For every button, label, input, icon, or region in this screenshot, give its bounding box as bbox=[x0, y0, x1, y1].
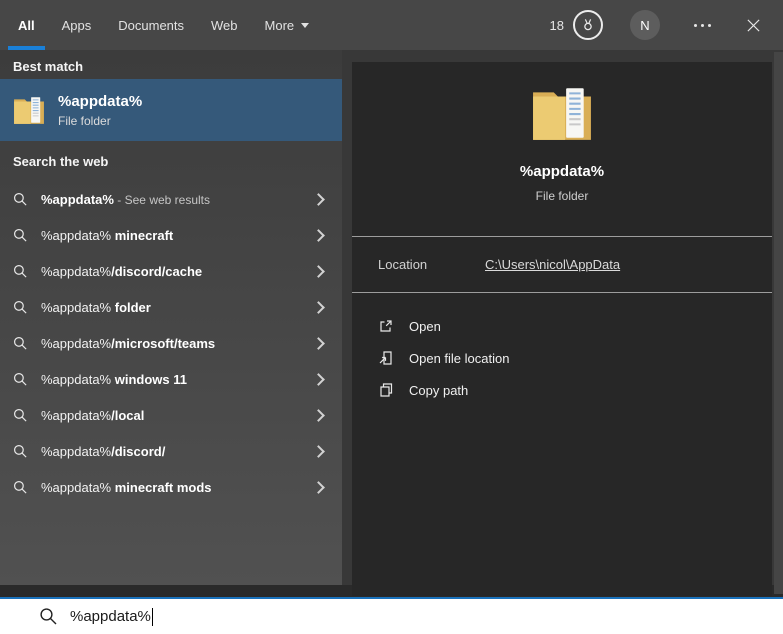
tab-documents-label: Documents bbox=[118, 17, 185, 33]
chevron-right-icon[interactable] bbox=[312, 264, 325, 278]
folder-icon-large bbox=[533, 88, 591, 140]
search-web-header: Search the web bbox=[13, 154, 109, 169]
topbar-controls: 18 N bbox=[550, 0, 783, 50]
tab-more-label: More bbox=[264, 17, 295, 33]
web-suggestion[interactable]: %appdata% folder bbox=[0, 289, 342, 325]
best-match-header: Best match bbox=[13, 59, 84, 74]
best-match-subtitle: File folder bbox=[58, 113, 111, 128]
web-suggestions-list: %appdata% - See web results %appdata% mi… bbox=[0, 181, 342, 505]
preview-header: %appdata% File folder bbox=[352, 62, 772, 203]
tab-all-label: All bbox=[18, 17, 35, 33]
tab-web-label: Web bbox=[211, 17, 238, 33]
action-list: Open Open file location Copy path bbox=[352, 310, 772, 406]
tab-web[interactable]: Web bbox=[201, 0, 248, 50]
tab-all[interactable]: All bbox=[8, 0, 45, 50]
chevron-right-icon[interactable] bbox=[312, 300, 325, 314]
open-file-location-label: Open file location bbox=[409, 350, 510, 366]
avatar[interactable]: N bbox=[630, 10, 660, 40]
scrollbar[interactable] bbox=[774, 52, 783, 594]
location-link[interactable]: C:\Users\nicol\AppData bbox=[485, 257, 620, 272]
preview-subtitle: File folder bbox=[535, 189, 589, 203]
suggestion-text: %appdata%/local bbox=[41, 407, 145, 423]
suggestion-text: %appdata% minecraft bbox=[41, 227, 174, 243]
suggestion-text: %appdata% windows 11 bbox=[41, 371, 187, 387]
search-icon bbox=[13, 300, 27, 314]
open-label: Open bbox=[409, 318, 441, 334]
suggestion-text: %appdata%/microsoft/teams bbox=[41, 335, 216, 351]
rewards-medal-icon[interactable] bbox=[573, 10, 603, 40]
chevron-down-icon bbox=[301, 22, 310, 28]
rewards-points: 18 bbox=[549, 17, 564, 33]
web-suggestion[interactable]: %appdata%/microsoft/teams bbox=[0, 325, 342, 361]
tab-apps[interactable]: Apps bbox=[52, 0, 102, 50]
text-cursor bbox=[151, 607, 153, 626]
copy-icon bbox=[380, 383, 393, 397]
more-options-icon[interactable] bbox=[690, 18, 715, 33]
chevron-right-icon[interactable] bbox=[312, 372, 325, 386]
copy-path-label: Copy path bbox=[409, 382, 469, 398]
tab-documents[interactable]: Documents bbox=[108, 0, 194, 50]
chevron-right-icon[interactable] bbox=[312, 408, 325, 422]
search-icon bbox=[13, 228, 27, 242]
search-icon bbox=[13, 372, 27, 386]
open-file-location-action[interactable]: Open file location bbox=[352, 342, 772, 374]
web-suggestion[interactable]: %appdata% minecraft mods bbox=[0, 469, 342, 505]
search-icon bbox=[13, 480, 27, 494]
chevron-right-icon[interactable] bbox=[312, 480, 325, 494]
search-icon bbox=[40, 608, 57, 625]
folder-icon bbox=[14, 97, 44, 124]
results-panel: Best match %appdata% File folder Search … bbox=[0, 50, 342, 585]
search-icon bbox=[13, 444, 27, 458]
search-input[interactable]: %appdata% bbox=[0, 597, 783, 634]
tab-apps-label: Apps bbox=[61, 17, 92, 33]
chevron-right-icon[interactable] bbox=[312, 336, 325, 350]
filter-tabs: All Apps Documents Web More bbox=[0, 0, 326, 50]
chevron-right-icon[interactable] bbox=[312, 228, 325, 242]
chevron-right-icon[interactable] bbox=[312, 444, 325, 458]
close-icon bbox=[747, 18, 760, 32]
avatar-initial: N bbox=[640, 17, 650, 33]
web-suggestion[interactable]: %appdata%/discord/ bbox=[0, 433, 342, 469]
open-external-icon bbox=[380, 320, 392, 332]
suggestion-text: %appdata% - See web results bbox=[41, 191, 211, 207]
open-action[interactable]: Open bbox=[352, 310, 772, 342]
suggestion-text: %appdata% minecraft mods bbox=[41, 479, 212, 495]
location-label: Location bbox=[378, 257, 428, 272]
best-match-title: %appdata% bbox=[58, 92, 143, 110]
web-suggestion[interactable]: %appdata%/local bbox=[0, 397, 342, 433]
search-query-text: %appdata% bbox=[70, 608, 151, 625]
best-match-text: %appdata% File folder bbox=[58, 93, 142, 128]
search-icon bbox=[13, 192, 27, 206]
medal-icon bbox=[584, 19, 592, 31]
best-match-result[interactable]: %appdata% File folder bbox=[0, 79, 342, 141]
open-file-location-icon bbox=[379, 351, 392, 365]
search-icon bbox=[13, 264, 27, 278]
web-suggestion[interactable]: %appdata% minecraft bbox=[0, 217, 342, 253]
preview-title: %appdata% bbox=[519, 163, 605, 180]
location-row: Location C:\Users\nicol\AppData bbox=[352, 237, 772, 292]
suggestion-text: %appdata%/discord/ bbox=[41, 443, 166, 459]
chevron-right-icon[interactable] bbox=[312, 192, 325, 206]
web-suggestion[interactable]: %appdata%/discord/cache bbox=[0, 253, 342, 289]
close-button[interactable] bbox=[742, 14, 765, 37]
search-icon bbox=[13, 408, 27, 422]
web-suggestion[interactable]: %appdata% windows 11 bbox=[0, 361, 342, 397]
copy-path-action[interactable]: Copy path bbox=[352, 374, 772, 406]
tab-more[interactable]: More bbox=[255, 0, 320, 50]
web-suggestion[interactable]: %appdata% - See web results bbox=[0, 181, 342, 217]
suggestion-text: %appdata% folder bbox=[41, 299, 151, 315]
divider bbox=[352, 292, 772, 293]
windows-search-panel: All Apps Documents Web More 18 N Best ma… bbox=[0, 0, 783, 634]
preview-panel: %appdata% File folder Location C:\Users\… bbox=[352, 62, 772, 596]
search-icon bbox=[13, 336, 27, 350]
search-filter-bar: All Apps Documents Web More 18 N bbox=[0, 0, 783, 50]
suggestion-text: %appdata%/discord/cache bbox=[41, 263, 203, 279]
